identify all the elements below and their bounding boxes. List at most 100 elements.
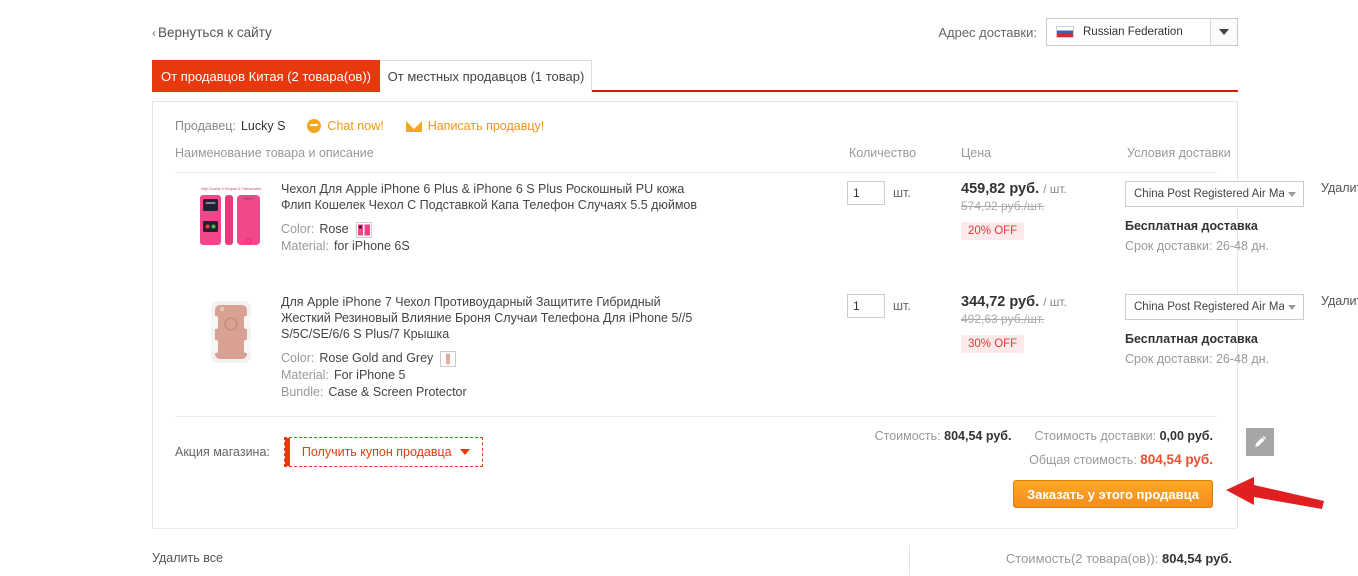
get-seller-coupon-label: Получить купон продавца: [301, 445, 452, 459]
delivery-address-value-wrap: Russian Federation: [1047, 26, 1210, 38]
delivery-address-select[interactable]: Russian Federation: [1046, 18, 1238, 46]
attribute-value: Rose Gold and Grey: [319, 351, 434, 365]
shipping-time-label: Срок доставки: 26-48 дн.: [1125, 239, 1270, 253]
seller-header: Продавец: Lucky S Chat now! Написать про…: [175, 119, 566, 133]
svg-text:High Quality & Elegant & Fashi: High Quality & Elegant & Fashionable: [201, 187, 261, 191]
column-header-price: Цена: [961, 146, 992, 160]
column-header-name: Наименование товара и описание: [175, 146, 374, 160]
cart-table-header: Наименование товара и описание Количеств…: [175, 146, 1231, 173]
price-amount: 344,72 руб.: [961, 294, 1040, 310]
back-to-site-label: Вернуться к сайту: [158, 25, 272, 40]
product-title[interactable]: Для Apple iPhone 7 Чехол Противоударный …: [281, 294, 699, 342]
price-group: 459,82 руб. / шт. 574,92 руб./шт. 20% OF…: [961, 181, 1111, 240]
cart-footer: Удалить все Стоимость(2 товара(ов)): 804…: [152, 545, 1238, 575]
envelope-icon: [405, 120, 422, 132]
discount-badge: 20% OFF: [961, 222, 1025, 240]
shipping-method-value: China Post Registered Air Mail: [1134, 188, 1284, 200]
chevron-down-icon: [1288, 304, 1296, 310]
section-divider: [175, 416, 1217, 417]
seller-origin-tabs: От продавцов Китая (2 товара(ов)) От мес…: [152, 60, 1238, 92]
table-row: Для Apple iPhone 7 Чехол Противоударный …: [175, 294, 1358, 412]
message-seller-button[interactable]: Написать продавцу!: [405, 119, 545, 133]
shipping-group: China Post Registered Air Mail Бесплатна…: [1125, 181, 1321, 253]
delivery-address-label: Адрес доставки:: [938, 24, 1037, 40]
subtotal-value: 804,54 руб.: [944, 429, 1012, 443]
shipping-method-select[interactable]: China Post Registered Air Mail: [1125, 294, 1304, 320]
footer-vertical-divider: [909, 545, 910, 575]
seller-cart-card: Продавец: Lucky S Chat now! Написать про…: [152, 101, 1358, 529]
product-info: Чехол Для Apple iPhone 6 Plus & iPhone 6…: [281, 181, 699, 255]
pencil-edit-icon[interactable]: [1246, 428, 1274, 456]
quantity-unit: шт.: [893, 299, 911, 313]
shipping-cost-label: Стоимость доставки:: [1034, 429, 1157, 443]
discount-badge: 30% OFF: [961, 335, 1025, 353]
chevron-down-icon: [1288, 191, 1296, 197]
attribute-key: Color:: [281, 351, 315, 365]
price-current: 459,82 руб. / шт.: [961, 181, 1111, 197]
shipping-method-select[interactable]: China Post Registered Air Mail: [1125, 181, 1304, 207]
delete-item-link[interactable]: Удалить: [1321, 294, 1358, 308]
top-bar: ‹ Вернуться к сайту Адрес доставки: Russi…: [152, 18, 1238, 56]
cart-total-value: 804,54 руб.: [1161, 551, 1232, 566]
footer-divider: [152, 528, 1238, 529]
column-header-shipping: Условия доставки: [1127, 146, 1231, 160]
delivery-address-group: Адрес доставки: Russian Federation: [938, 18, 1238, 46]
price-original: 492,63 руб./шт.: [961, 312, 1045, 326]
russian-flag-icon: [1056, 26, 1074, 38]
attribute-key: Material:: [281, 368, 329, 382]
delete-item-link[interactable]: Удалить: [1321, 181, 1358, 195]
attribute-bundle: Bundle: Case & Screen Protector: [281, 384, 699, 401]
quantity-unit: шт.: [893, 186, 911, 200]
seller-name[interactable]: Lucky S: [241, 119, 285, 133]
phone-case-rose-thumbnail[interactable]: High Quality & Elegant & Fashionable: [193, 181, 269, 257]
price-current: 344,72 руб. / шт.: [961, 294, 1111, 310]
product-attributes: Color: Rose Gold and Grey Material: For …: [281, 350, 699, 401]
seller-label: Продавец:: [175, 119, 236, 133]
product-attributes: Color: Rose Material: for iPhone 6S: [281, 221, 699, 255]
attribute-key: Color:: [281, 222, 315, 236]
delivery-address-value: Russian Federation: [1083, 26, 1183, 38]
quantity-input[interactable]: [847, 294, 885, 318]
attribute-value: Case & Screen Protector: [328, 385, 467, 399]
chat-now-button[interactable]: Chat now!: [307, 119, 384, 133]
attribute-value: Rose: [319, 222, 349, 236]
chat-bubble-icon: [307, 119, 322, 133]
tab-local-sellers[interactable]: От местных продавцов (1 товар): [380, 60, 592, 92]
attribute-key: Material:: [281, 239, 329, 253]
order-from-seller-button[interactable]: Заказать у этого продавца: [1013, 480, 1213, 508]
product-title[interactable]: Чехол Для Apple iPhone 6 Plus & iPhone 6…: [281, 181, 699, 213]
coupon-accent-bar: [284, 438, 290, 466]
rose-gold-swatch-icon: [440, 350, 457, 367]
cart-total-label: Стоимость(2 товара(ов)):: [1005, 551, 1159, 566]
column-header-quantity: Количество: [849, 146, 917, 160]
get-seller-coupon-button[interactable]: Получить купон продавца: [283, 437, 483, 467]
chevron-left-icon: ‹: [152, 26, 156, 40]
attribute-color: Color: Rose Gold and Grey: [281, 350, 699, 367]
back-to-site-link[interactable]: ‹ Вернуться к сайту: [152, 25, 272, 40]
rose-swatch-icon: [355, 221, 372, 238]
phone-case-rose-gold-thumbnail[interactable]: [193, 294, 269, 370]
attribute-value: for iPhone 6S: [333, 239, 410, 253]
free-shipping-label: Бесплатная доставка: [1125, 332, 1258, 346]
price-per-unit: / шт.: [1043, 295, 1067, 309]
totals-line-grand: Общая стоимость: 804,54 руб.: [875, 452, 1213, 467]
grand-total-value: 804,54 руб.: [1140, 452, 1213, 467]
address-dropdown-arrow[interactable]: [1210, 19, 1237, 45]
chat-now-label: Chat now!: [327, 119, 384, 133]
product-info: Для Apple iPhone 7 Чехол Противоударный …: [281, 294, 699, 401]
grand-total-label: Общая стоимость:: [1029, 453, 1137, 467]
totals-line-subtotal: Стоимость: 804,54 руб. Стоимость доставк…: [875, 429, 1213, 443]
price-amount: 459,82 руб.: [961, 181, 1040, 197]
quantity-input[interactable]: [847, 181, 885, 205]
chevron-down-icon: [459, 449, 470, 455]
subtotal-label: Стоимость:: [874, 429, 941, 443]
delete-all-link[interactable]: Удалить все: [152, 551, 223, 565]
price-per-unit: / шт.: [1043, 182, 1067, 196]
free-shipping-label: Бесплатная доставка: [1125, 219, 1258, 233]
store-promotion-label: Акция магазина:: [175, 445, 270, 459]
price-group: 344,72 руб. / шт. 492,63 руб./шт. 30% OF…: [961, 294, 1111, 353]
price-original: 574,92 руб./шт.: [961, 199, 1045, 213]
message-seller-label: Написать продавцу!: [427, 119, 545, 133]
quantity-group: шт.: [847, 181, 911, 205]
tab-china-sellers[interactable]: От продавцов Китая (2 товара(ов)): [152, 60, 380, 92]
